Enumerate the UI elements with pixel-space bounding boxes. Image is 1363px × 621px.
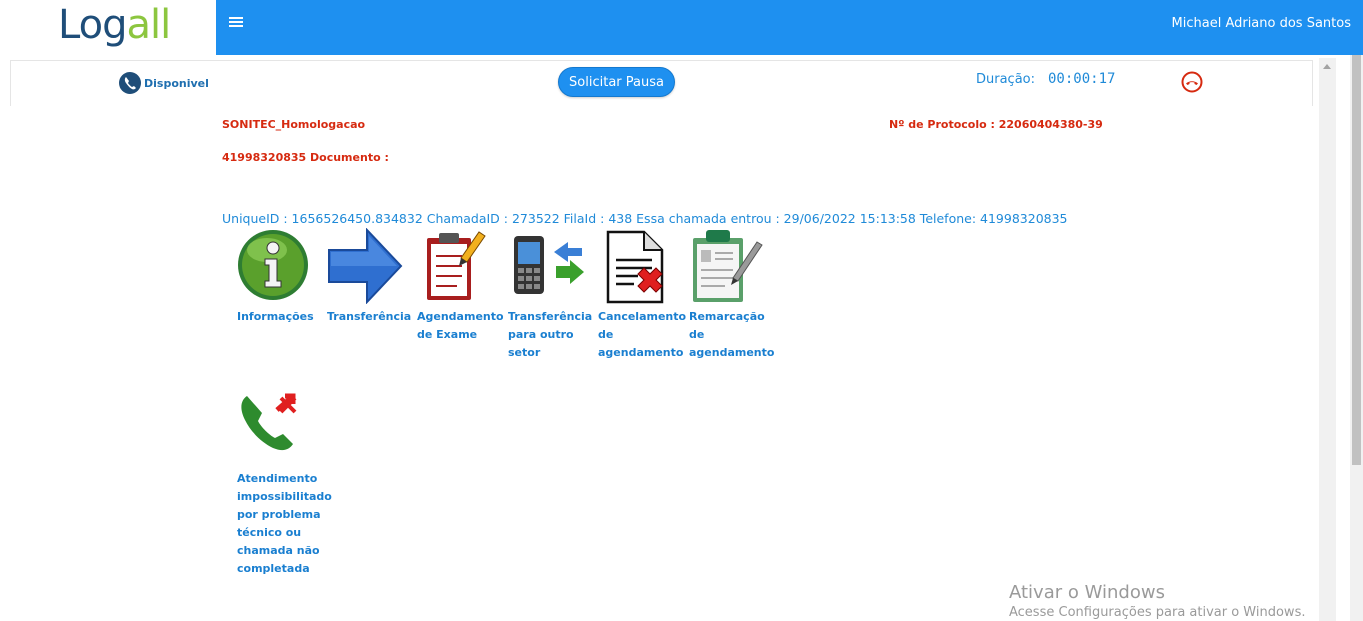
action-label: Cancelamento de agendamento xyxy=(598,310,687,359)
action-label: Remarcação de agendamento xyxy=(689,310,775,359)
hangup-icon xyxy=(1181,71,1203,93)
action-label: Agendamento de Exame xyxy=(417,310,504,341)
action-remarcacao[interactable]: Remarcação de agendamento xyxy=(689,228,779,362)
inner-scrollbar[interactable] xyxy=(1319,58,1336,621)
action-informacoes[interactable]: Informações xyxy=(237,228,327,326)
call-details: UniqueID : 1656526450.834832 ChamadaID :… xyxy=(222,211,1068,226)
clipboard-pencil-icon xyxy=(427,231,486,300)
logo-area[interactable]: Logall xyxy=(0,0,216,55)
action-label: Transferência xyxy=(327,310,412,323)
info-icon xyxy=(238,230,308,300)
action-transferencia-setor[interactable]: Transferência para outro setor xyxy=(508,228,598,362)
watermark-subtitle: Acesse Configurações para ativar o Windo… xyxy=(1009,605,1306,620)
document-cancel-icon xyxy=(606,230,664,304)
windows-activation-watermark: Ativar o Windows Acesse Configurações pa… xyxy=(1009,582,1305,620)
campaign-name: SONITEC_Homologacao xyxy=(222,118,366,131)
duration-label: Duração: xyxy=(976,72,1036,87)
action-cancelamento[interactable]: Cancelamento de agendamento xyxy=(598,228,688,362)
action-transferencia[interactable]: Transferência xyxy=(327,228,417,326)
menu-toggle-icon[interactable] xyxy=(229,15,243,29)
action-label: Transferência para outro setor xyxy=(508,310,593,359)
action-label: Informações xyxy=(237,310,314,323)
clipboard-edit-icon xyxy=(693,230,763,302)
action-label: Atendimento impossibilitado por problema… xyxy=(237,472,332,575)
scroll-up-arrow-icon[interactable] xyxy=(1323,64,1331,69)
duration-timer: 00:00:17 xyxy=(1048,71,1116,87)
action-agendamento-exame[interactable]: Agendamento de Exame xyxy=(417,228,507,344)
agent-status[interactable]: Disponivel xyxy=(118,71,209,95)
hangup-button[interactable] xyxy=(1181,71,1203,97)
action-atendimento-impossibilitado[interactable]: Atendimento impossibilitado por problema… xyxy=(237,390,332,578)
protocol-number: Nº de Protocolo : 22060404380-39 xyxy=(889,118,1103,131)
user-name[interactable]: Michael Adriano dos Santos xyxy=(1172,16,1351,31)
page-scrollbar[interactable] xyxy=(1350,55,1363,621)
arrow-right-icon xyxy=(328,228,403,304)
phone-document: 41998320835 Documento : xyxy=(222,151,389,164)
phone-transfer-icon xyxy=(514,236,584,294)
watermark-title: Ativar o Windows xyxy=(1009,582,1165,603)
logo: Logall xyxy=(58,2,171,48)
status-label: Disponivel xyxy=(144,76,209,90)
phone-failed-icon xyxy=(241,393,297,451)
scrollbar-thumb[interactable] xyxy=(1352,55,1361,465)
request-pause-button[interactable]: Solicitar Pausa xyxy=(558,67,675,97)
phone-status-icon xyxy=(119,72,141,94)
